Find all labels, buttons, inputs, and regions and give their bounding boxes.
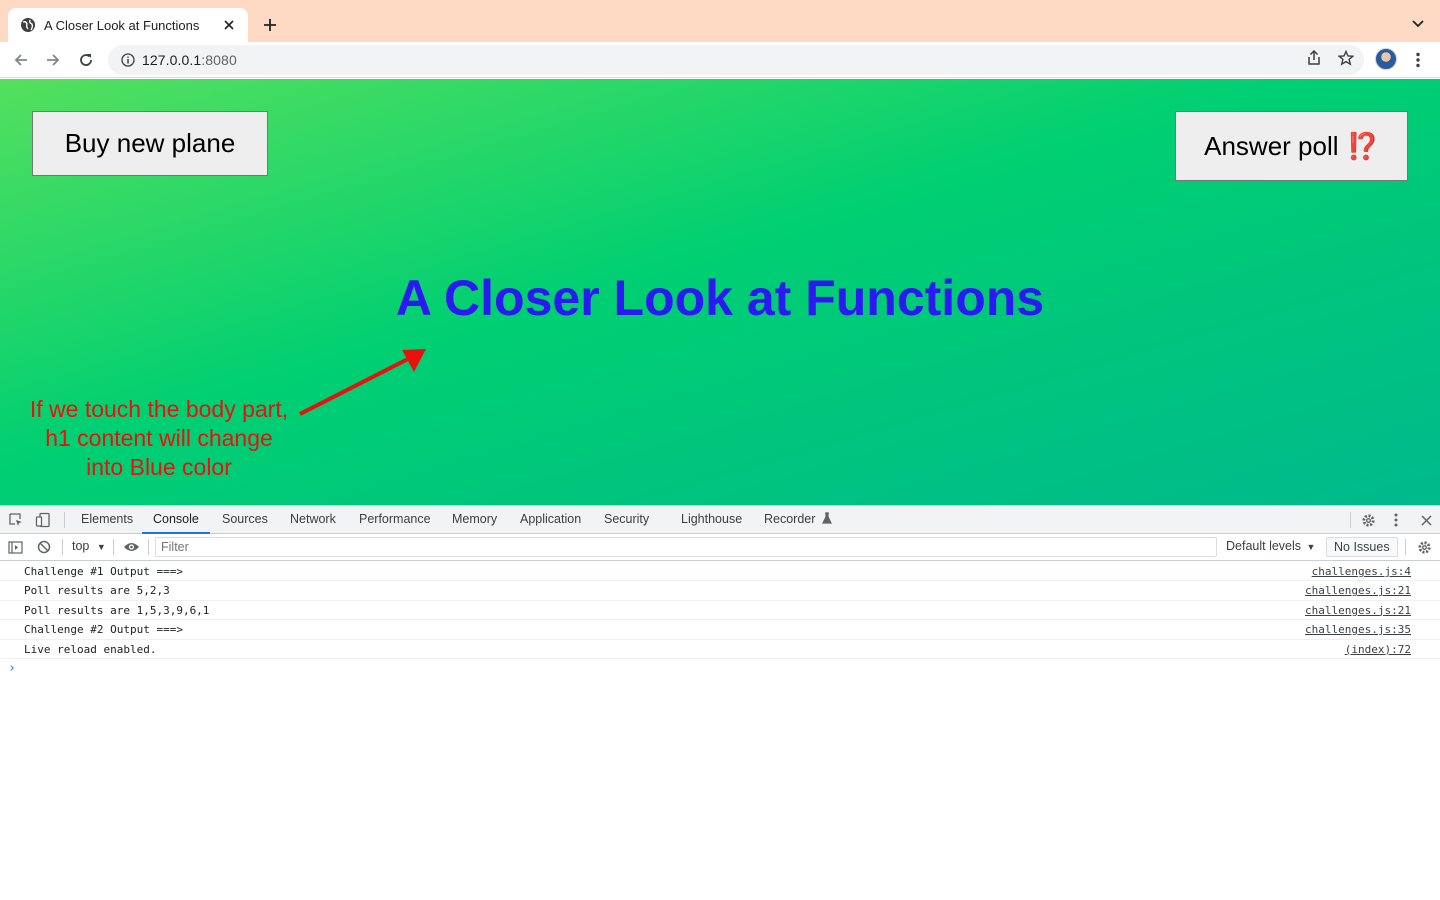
prompt-chevron-icon: › bbox=[8, 660, 16, 676]
devtools-panel: Elements Console Sources Network Perform… bbox=[0, 505, 1440, 900]
device-toolbar-icon[interactable] bbox=[34, 511, 52, 529]
annotation-text: If we touch the body part, h1 content wi… bbox=[14, 395, 304, 482]
devtools-tabbar: Elements Console Sources Network Perform… bbox=[0, 506, 1440, 534]
context-label: top bbox=[72, 539, 90, 553]
log-source-link[interactable]: challenges.js:35 bbox=[1305, 623, 1411, 636]
annotation-line: into Blue color bbox=[86, 454, 232, 480]
site-info-icon[interactable] bbox=[120, 52, 136, 68]
log-levels-dropdown[interactable]: Default levels ▼ bbox=[1226, 539, 1315, 553]
profile-avatar[interactable] bbox=[1375, 48, 1397, 70]
annotation-arrow-icon bbox=[299, 349, 426, 416]
tab-network[interactable]: Network bbox=[289, 506, 337, 534]
browser-toolbar: 127.0.0.1:8080 bbox=[0, 42, 1440, 78]
address-bar[interactable]: 127.0.0.1:8080 bbox=[108, 45, 1364, 75]
log-message: Challenge #2 Output ===> bbox=[24, 623, 183, 637]
console-filter-input[interactable] bbox=[155, 537, 1217, 557]
browser-menu-icon[interactable] bbox=[1408, 48, 1428, 72]
answer-poll-button[interactable]: Answer poll ⁉️ bbox=[1175, 111, 1408, 181]
tab-elements[interactable]: Elements bbox=[80, 506, 134, 534]
console-output: Challenge #1 Output ===> challenges.js:4… bbox=[0, 562, 1440, 679]
console-log-row: Poll results are 1,5,3,9,6,1 challenges.… bbox=[0, 601, 1440, 621]
console-prompt[interactable]: › bbox=[0, 659, 1440, 679]
settings-gear-icon[interactable] bbox=[1359, 511, 1377, 529]
log-levels-label: Default levels bbox=[1226, 539, 1302, 553]
divider bbox=[113, 539, 114, 555]
dropdown-arrow-icon: ▼ bbox=[96, 542, 106, 552]
bookmark-star-icon[interactable] bbox=[1337, 49, 1355, 67]
divider bbox=[148, 539, 149, 555]
inspect-element-icon[interactable] bbox=[7, 511, 25, 529]
page-viewport[interactable]: Buy new plane Answer poll ⁉️ A Closer Lo… bbox=[0, 79, 1440, 505]
dropdown-arrow-icon: ▼ bbox=[1306, 542, 1316, 552]
divider bbox=[1405, 539, 1406, 555]
tab-console[interactable]: Console bbox=[142, 506, 210, 534]
annotation-line: h1 content will change bbox=[45, 425, 273, 451]
log-message: Live reload enabled. bbox=[24, 642, 157, 656]
log-source-link[interactable]: (index):72 bbox=[1345, 643, 1411, 656]
console-log-row: Poll results are 5,2,3 challenges.js:21 bbox=[0, 581, 1440, 601]
page-heading: A Closer Look at Functions bbox=[395, 270, 1045, 326]
tab-recorder[interactable]: Recorder bbox=[763, 506, 833, 534]
globe-icon bbox=[20, 17, 36, 33]
tab-performance[interactable]: Performance bbox=[358, 506, 432, 534]
url-port: :8080 bbox=[201, 52, 237, 68]
tab-recorder-label: Recorder bbox=[764, 512, 816, 526]
clear-console-icon[interactable] bbox=[35, 538, 53, 556]
chevron-down-icon[interactable] bbox=[1408, 14, 1428, 34]
tab-memory[interactable]: Memory bbox=[451, 506, 498, 534]
log-source-link[interactable]: challenges.js:4 bbox=[1312, 565, 1411, 578]
close-tab-icon[interactable] bbox=[220, 16, 238, 34]
issues-button[interactable]: No Issues bbox=[1326, 537, 1398, 557]
back-icon[interactable] bbox=[9, 48, 33, 72]
eye-icon[interactable] bbox=[122, 538, 140, 556]
share-icon[interactable] bbox=[1305, 49, 1323, 67]
tab-lighthouse[interactable]: Lighthouse bbox=[680, 506, 743, 534]
flask-icon bbox=[821, 512, 832, 524]
divider bbox=[64, 512, 65, 528]
log-message: Poll results are 5,2,3 bbox=[24, 584, 170, 598]
divider bbox=[62, 539, 63, 555]
log-source-link[interactable]: challenges.js:21 bbox=[1305, 604, 1411, 617]
new-tab-icon[interactable] bbox=[258, 13, 282, 37]
log-message: Poll results are 1,5,3,9,6,1 bbox=[24, 603, 210, 617]
url-host: 127.0.0.1 bbox=[142, 52, 202, 68]
annotation-line: If we touch the body part, bbox=[29, 396, 289, 422]
browser-tab[interactable]: A Closer Look at Functions bbox=[8, 8, 248, 42]
reload-icon[interactable] bbox=[74, 48, 98, 72]
sidebar-toggle-icon[interactable] bbox=[6, 538, 24, 556]
url-text: 127.0.0.1:8080 bbox=[142, 52, 237, 68]
tab-application[interactable]: Application bbox=[519, 506, 582, 534]
tab-title: A Closer Look at Functions bbox=[44, 17, 200, 33]
console-log-row: Live reload enabled. (index):72 bbox=[0, 640, 1440, 659]
console-log-row: Challenge #1 Output ===> challenges.js:4 bbox=[0, 562, 1440, 582]
log-message: Challenge #1 Output ===> bbox=[24, 565, 183, 578]
tab-security[interactable]: Security bbox=[603, 506, 650, 534]
context-selector[interactable]: top ▼ bbox=[72, 539, 106, 553]
console-log-row: Challenge #2 Output ===> challenges.js:3… bbox=[0, 620, 1440, 640]
interrobang-icon: ⁉️ bbox=[1346, 130, 1379, 161]
tab-strip: A Closer Look at Functions bbox=[0, 0, 1440, 42]
log-source-link[interactable]: challenges.js:21 bbox=[1305, 584, 1411, 597]
answer-poll-label: Answer poll bbox=[1204, 130, 1339, 161]
close-devtools-icon[interactable] bbox=[1417, 511, 1435, 529]
forward-icon[interactable] bbox=[41, 48, 65, 72]
divider bbox=[1350, 512, 1351, 528]
devtools-menu-icon[interactable] bbox=[1387, 511, 1405, 529]
tab-sources[interactable]: Sources bbox=[221, 506, 269, 534]
console-settings-gear-icon[interactable] bbox=[1415, 538, 1433, 556]
buy-plane-button[interactable]: Buy new plane bbox=[32, 111, 268, 176]
console-filter-bar: top ▼ Default levels ▼ No Issues bbox=[0, 534, 1440, 561]
